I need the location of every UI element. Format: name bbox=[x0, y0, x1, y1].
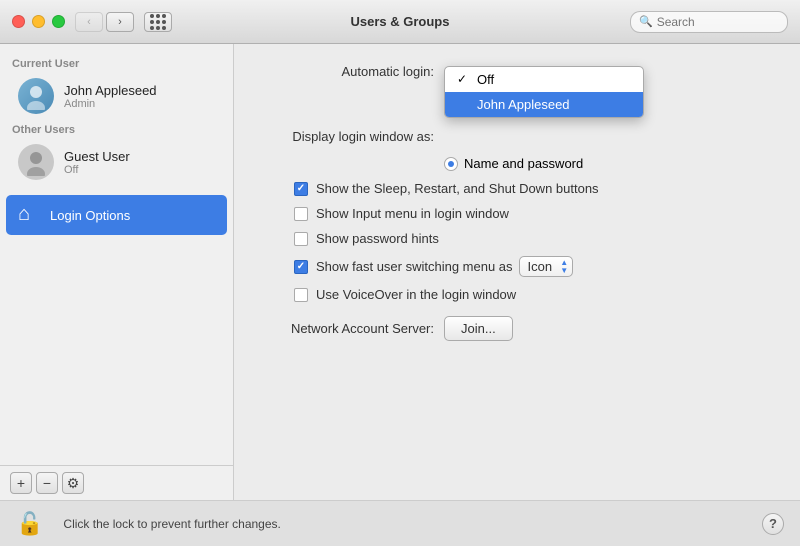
window-title: Users & Groups bbox=[351, 14, 450, 29]
bottom-bar: 🔓 Click the lock to prevent further chan… bbox=[0, 500, 800, 546]
user-info-guest: Guest User Off bbox=[64, 149, 130, 176]
checkbox-sleep[interactable] bbox=[294, 182, 308, 196]
current-user-section-label: Current User bbox=[0, 54, 233, 72]
radio-dot bbox=[448, 161, 454, 167]
radio-name-password-label: Name and password bbox=[464, 156, 583, 171]
fast-user-select[interactable]: Icon ▲▼ bbox=[519, 256, 574, 277]
user-name-guest: Guest User bbox=[64, 149, 130, 164]
radio-name-password-row: Name and password bbox=[444, 156, 770, 171]
settings-button[interactable]: ⚙ bbox=[62, 472, 84, 494]
network-account-label: Network Account Server: bbox=[264, 321, 434, 336]
display-login-row: Display login window as: bbox=[264, 129, 770, 144]
sidebar-toolbar: + − ⚙ bbox=[0, 465, 233, 500]
back-button[interactable]: ‹ bbox=[75, 12, 103, 32]
search-input[interactable] bbox=[657, 15, 779, 29]
nav-buttons: ‹ › bbox=[75, 12, 134, 32]
checkbox-password-hints-row: Show password hints bbox=[294, 231, 770, 246]
forward-button[interactable]: › bbox=[106, 12, 134, 32]
fast-user-select-value: Icon bbox=[528, 259, 553, 274]
checkbox-input-menu-row: Show Input menu in login window bbox=[294, 206, 770, 221]
add-user-button[interactable]: + bbox=[10, 472, 32, 494]
checkbox-sleep-label: Show the Sleep, Restart, and Shut Down b… bbox=[316, 181, 599, 196]
checkbox-input-menu-label: Show Input menu in login window bbox=[316, 206, 509, 221]
login-options-label: Login Options bbox=[50, 208, 130, 223]
automatic-login-row: Automatic login: ▼ ✓ Off John Appleseed bbox=[264, 64, 770, 79]
sidebar-user-list: Current User John Appleseed Admin Other … bbox=[0, 44, 233, 465]
titlebar: ‹ › Users & Groups 🔍 bbox=[0, 0, 800, 44]
right-panel: Automatic login: ▼ ✓ Off John Appleseed bbox=[234, 44, 800, 500]
lock-text: Click the lock to prevent further change… bbox=[63, 517, 280, 531]
main-content: Current User John Appleseed Admin Other … bbox=[0, 44, 800, 500]
automatic-login-menu: ✓ Off John Appleseed bbox=[444, 66, 644, 118]
automatic-login-dropdown-container: ▼ ✓ Off John Appleseed bbox=[444, 68, 614, 76]
user-info-john: John Appleseed Admin bbox=[64, 83, 157, 110]
login-options-button[interactable]: ⌂ Login Options bbox=[6, 195, 227, 235]
user-role-guest: Off bbox=[64, 164, 130, 176]
help-button[interactable]: ? bbox=[762, 513, 784, 535]
checkbox-fast-user[interactable] bbox=[294, 260, 308, 274]
checkbox-voiceover-label: Use VoiceOver in the login window bbox=[316, 287, 516, 302]
network-account-row: Network Account Server: Join... bbox=[264, 316, 770, 341]
user-role-john: Admin bbox=[64, 98, 157, 110]
minimize-button[interactable] bbox=[32, 15, 45, 28]
automatic-login-label: Automatic login: bbox=[264, 64, 434, 79]
avatar-guest-icon bbox=[22, 148, 50, 176]
remove-user-button[interactable]: − bbox=[36, 472, 58, 494]
checkbox-password-hints[interactable] bbox=[294, 232, 308, 246]
checkbox-fast-user-label: Show fast user switching menu as bbox=[316, 259, 513, 274]
sidebar: Current User John Appleseed Admin Other … bbox=[0, 44, 234, 500]
user-item-guest[interactable]: Guest User Off bbox=[6, 139, 227, 185]
maximize-button[interactable] bbox=[52, 15, 65, 28]
traffic-lights bbox=[12, 15, 65, 28]
lock-icon-container[interactable]: 🔓 bbox=[16, 511, 53, 537]
grid-icon bbox=[150, 14, 166, 30]
user-item-john[interactable]: John Appleseed Admin bbox=[6, 73, 227, 119]
checkmark-off: ✓ bbox=[457, 72, 471, 86]
checkbox-fast-user-row: Show fast user switching menu as Icon ▲▼ bbox=[294, 256, 770, 277]
display-login-label: Display login window as: bbox=[264, 129, 434, 144]
checkbox-voiceover-row: Use VoiceOver in the login window bbox=[294, 287, 770, 302]
dropdown-item-john-label: John Appleseed bbox=[477, 97, 570, 112]
avatar-john bbox=[18, 78, 54, 114]
checkbox-input-menu[interactable] bbox=[294, 207, 308, 221]
dropdown-item-off-label: Off bbox=[477, 72, 494, 87]
radio-name-password[interactable] bbox=[444, 157, 458, 171]
lock-icon: 🔓 bbox=[16, 511, 43, 537]
avatar-john-icon bbox=[22, 82, 50, 110]
other-users-section-label: Other Users bbox=[0, 120, 233, 138]
user-name-john: John Appleseed bbox=[64, 83, 157, 98]
dropdown-item-off[interactable]: ✓ Off bbox=[445, 67, 643, 92]
checkbox-voiceover[interactable] bbox=[294, 288, 308, 302]
checkbox-password-hints-label: Show password hints bbox=[316, 231, 439, 246]
join-button[interactable]: Join... bbox=[444, 316, 513, 341]
search-box[interactable]: 🔍 bbox=[630, 11, 788, 33]
grid-button[interactable] bbox=[144, 12, 172, 32]
login-options-icon: ⌂ bbox=[18, 203, 42, 227]
checkmark-john bbox=[457, 97, 471, 111]
checkbox-sleep-row: Show the Sleep, Restart, and Shut Down b… bbox=[294, 181, 770, 196]
dropdown-item-john[interactable]: John Appleseed bbox=[445, 92, 643, 117]
search-icon: 🔍 bbox=[639, 15, 653, 28]
inline-select-arrows-icon: ▲▼ bbox=[560, 259, 568, 275]
avatar-guest bbox=[18, 144, 54, 180]
close-button[interactable] bbox=[12, 15, 25, 28]
